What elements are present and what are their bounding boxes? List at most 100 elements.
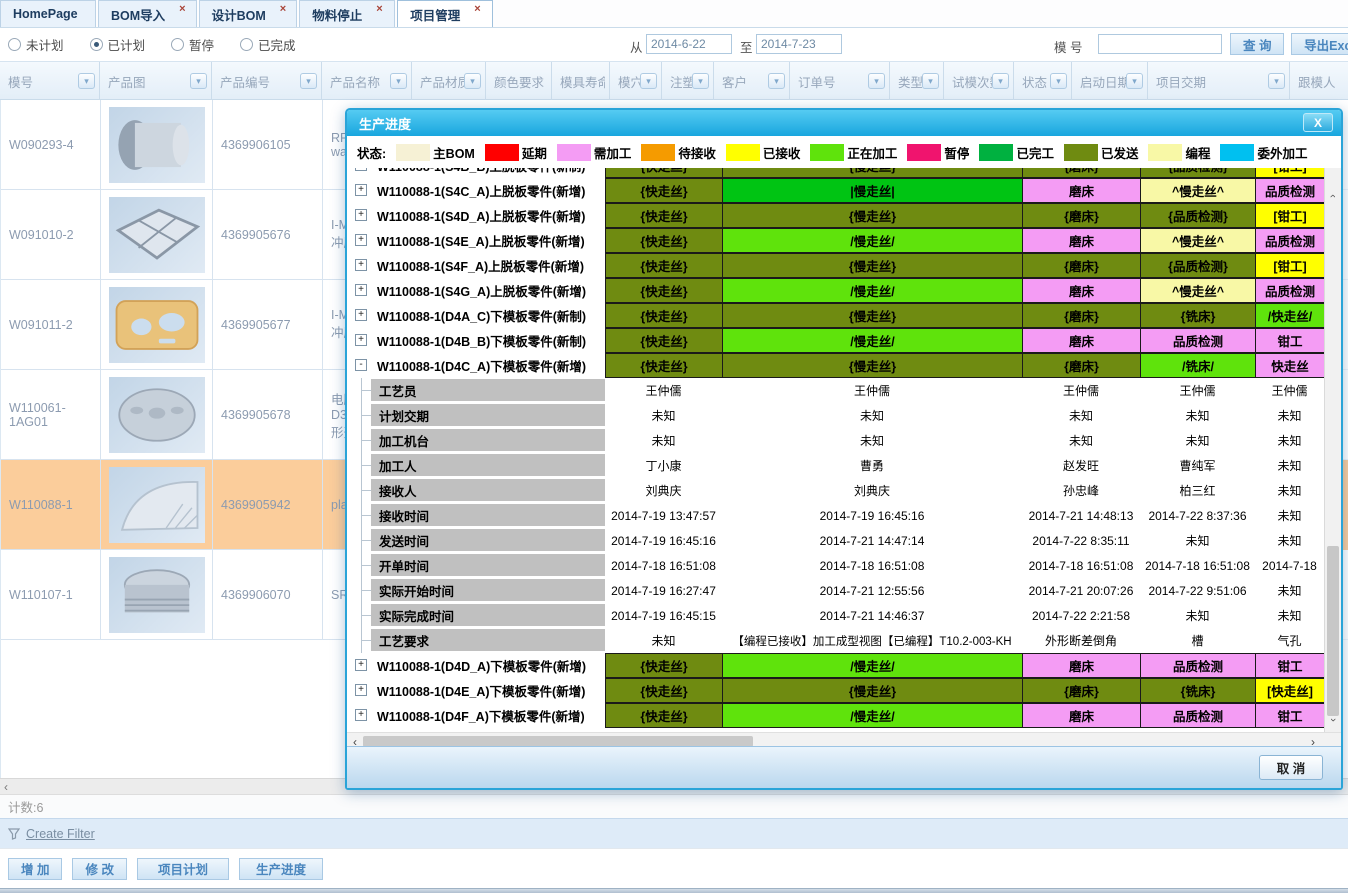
modal-vscrollbar[interactable]: › › (1324, 168, 1341, 732)
tab-bom-import[interactable]: BOM导入× (98, 0, 197, 27)
scroll-down-icon[interactable]: › (1325, 712, 1341, 728)
export-excel-button[interactable]: 导出Excel (1291, 33, 1348, 55)
filter-chevron-icon[interactable]: ▾ (1050, 73, 1067, 89)
create-filter-link[interactable]: Create Filter (26, 827, 95, 841)
radio-unplanned[interactable]: 未计划 (8, 35, 64, 54)
filter-chevron-icon[interactable]: ▾ (922, 73, 939, 89)
cancel-button[interactable]: 取 消 (1259, 755, 1323, 780)
stage-cell: [钳工] (1255, 203, 1324, 228)
column-header[interactable]: 颜色要求 (486, 62, 552, 100)
close-icon[interactable]: × (179, 4, 185, 15)
close-icon[interactable]: × (280, 4, 286, 15)
scroll-up-icon[interactable]: › (1325, 188, 1341, 204)
column-header[interactable]: 试模次数▾ (944, 62, 1014, 100)
tab-project-management[interactable]: 项目管理× (397, 0, 493, 27)
filter-chevron-icon[interactable]: ▾ (190, 73, 207, 89)
filter-chevron-icon[interactable]: ▾ (768, 73, 785, 89)
column-header[interactable]: 产品编号▾ (212, 62, 322, 100)
filter-chevron-icon[interactable]: ▾ (692, 73, 709, 89)
column-header[interactable]: 模具寿命 (552, 62, 610, 100)
dialog-close-button[interactable]: X (1303, 113, 1333, 132)
column-header[interactable]: 产品名称▾ (322, 62, 412, 100)
column-header[interactable]: 状态▾ (1014, 62, 1072, 100)
close-icon[interactable]: × (474, 4, 480, 15)
expander-icon[interactable]: + (355, 334, 367, 346)
product-no-cell: 4369906070 (213, 550, 323, 640)
tree-node[interactable]: +W110088-1(S4C_A)上脱板零件(新增) (347, 178, 605, 203)
filter-chevron-icon[interactable]: ▾ (1268, 73, 1285, 89)
radio-finished[interactable]: 已完成 (240, 35, 296, 54)
date-from-input[interactable] (646, 34, 732, 54)
tree-node[interactable]: -W110088-1(D4C_A)下模板零件(新增) (347, 353, 605, 378)
expander-icon[interactable]: + (355, 284, 367, 296)
stage-cell: {快走丝} (605, 653, 722, 678)
tree-node[interactable]: +W110088-1(S4E_A)上脱板零件(新增) (347, 228, 605, 253)
column-header[interactable]: 模号▾ (0, 62, 100, 100)
close-icon[interactable]: × (376, 4, 382, 15)
product-no-cell: 4369905677 (213, 280, 323, 370)
expander-icon[interactable]: + (355, 259, 367, 271)
stage-cell: 磨床 (1022, 178, 1140, 203)
stage-cell: /快走丝/ (1255, 303, 1324, 328)
column-header[interactable]: 客户▾ (714, 62, 790, 100)
expander-icon[interactable]: + (355, 234, 367, 246)
radio-paused[interactable]: 暂停 (171, 35, 214, 54)
legend-item: 需加工 (557, 143, 632, 162)
filter-chevron-icon[interactable]: ▾ (464, 73, 481, 89)
tree-node[interactable]: +W110088-1(S4F_A)上脱板零件(新增) (347, 253, 605, 278)
stage-cell: 品质检测 (1255, 228, 1324, 253)
tree-node[interactable]: +W110088-1(D4A_C)下模板零件(新制) (347, 303, 605, 328)
tab-homepage[interactable]: HomePage (0, 0, 96, 27)
tree-node[interactable]: +W110088-1(S4G_A)上脱板零件(新增) (347, 278, 605, 303)
column-header[interactable]: 启动日期▾ (1072, 62, 1148, 100)
project-plan-button[interactable]: 项目计划 (137, 858, 229, 880)
tab-design-bom[interactable]: 设计BOM× (199, 0, 298, 27)
tree-node[interactable]: +W110088-1(D4B_B)下模板零件(新制) (347, 328, 605, 353)
expander-icon[interactable]: + (355, 184, 367, 196)
mold-no-input[interactable] (1098, 34, 1222, 54)
column-header[interactable]: 订单号▾ (790, 62, 890, 100)
radio-planned[interactable]: 已计划 (90, 35, 146, 54)
filter-chevron-icon[interactable]: ▾ (640, 73, 657, 89)
expander-icon[interactable]: + (355, 659, 367, 671)
tree-node[interactable]: +W110088-1(S4B_B)上脱板零件(新制) (347, 168, 605, 178)
column-header[interactable]: 模穴数▾ (610, 62, 662, 100)
tree-node[interactable]: + W110088-1(D4F_A)下模板零件(新增) (347, 703, 605, 728)
column-header[interactable]: 跟模人 (1290, 62, 1348, 100)
tree-node[interactable]: +W110088-1(D4E_A)下模板零件(新增) (347, 678, 605, 703)
detail-value: 王仲儒 (1140, 378, 1255, 403)
scroll-left-icon[interactable]: ‹ (4, 780, 8, 794)
add-button[interactable]: 增 加 (8, 858, 62, 880)
production-progress-button[interactable]: 生产进度 (239, 858, 323, 880)
filter-chevron-icon[interactable]: ▾ (78, 73, 95, 89)
column-header[interactable]: 产品图▾ (100, 62, 212, 100)
column-header[interactable]: 类型▾ (890, 62, 944, 100)
collapse-icon[interactable]: - (355, 359, 367, 371)
column-header[interactable]: 产品材质▾ (412, 62, 486, 100)
filter-chevron-icon[interactable]: ▾ (390, 73, 407, 89)
legend-item: 暂停 (907, 143, 969, 162)
filter-chevron-icon[interactable]: ▾ (300, 73, 317, 89)
modify-button[interactable]: 修 改 (72, 858, 126, 880)
filter-chevron-icon[interactable]: ▾ (992, 73, 1009, 89)
expander-icon[interactable]: + (355, 209, 367, 221)
product-image (109, 557, 205, 633)
stage-cell: 钳工 (1255, 703, 1324, 728)
expander-icon[interactable]: + (355, 684, 367, 696)
filter-chevron-icon[interactable]: ▾ (868, 73, 885, 89)
filter-chevron-icon[interactable]: ▾ (1126, 73, 1143, 89)
column-header[interactable]: 注塑机▾ (662, 62, 714, 100)
expander-icon[interactable]: + (355, 309, 367, 321)
expander-icon[interactable]: + (355, 168, 367, 171)
vscroll-thumb[interactable] (1327, 546, 1339, 716)
tree-node[interactable]: +W110088-1(D4D_A)下模板零件(新增) (347, 653, 605, 678)
tree-node-label: W110088-1(D4F_A)下模板零件(新增) (377, 706, 585, 725)
date-to-input[interactable] (756, 34, 842, 54)
stage-cell: {快走丝} (605, 278, 722, 303)
legend-swatch (726, 144, 760, 161)
search-button[interactable]: 查 询 (1230, 33, 1284, 55)
expander-icon[interactable]: + (355, 709, 367, 721)
tab-material-stop[interactable]: 物料停止× (299, 0, 395, 27)
tree-node[interactable]: +W110088-1(S4D_A)上脱板零件(新增) (347, 203, 605, 228)
column-header[interactable]: 项目交期▾ (1148, 62, 1290, 100)
